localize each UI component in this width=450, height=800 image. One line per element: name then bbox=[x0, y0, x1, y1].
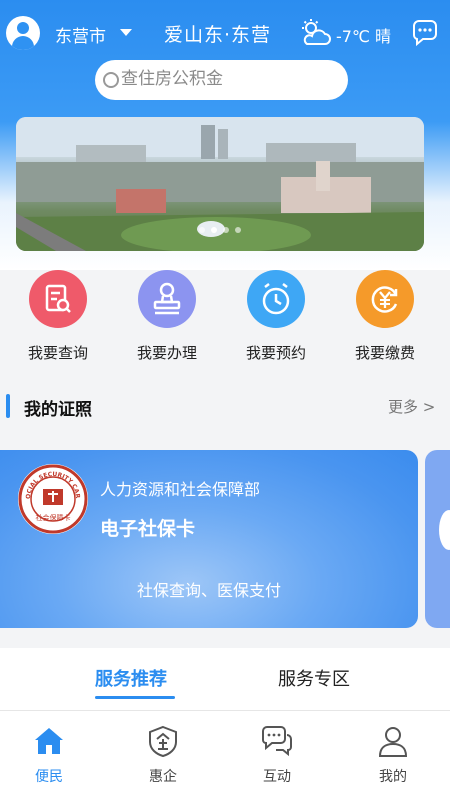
quick-action-label: 我要预约 bbox=[245, 344, 306, 362]
weather-text: -7℃ 晴 bbox=[336, 27, 392, 46]
quick-action-handle[interactable]: 我要办理 bbox=[117, 268, 217, 368]
service-tabs: 服务推荐 服务专区 bbox=[0, 648, 450, 710]
tab-recommended[interactable]: 服务推荐 bbox=[95, 665, 167, 691]
quick-action-label: 我要缴费 bbox=[354, 344, 415, 362]
quick-action-query[interactable]: 我要查询 bbox=[8, 268, 108, 368]
home-icon bbox=[35, 728, 63, 754]
quick-action-payment[interactable]: 我要缴费 bbox=[335, 268, 435, 368]
section-title: 我的证照 bbox=[24, 400, 92, 420]
yuan-refresh-icon bbox=[356, 270, 414, 328]
quick-action-label: 我要查询 bbox=[27, 344, 88, 362]
card-description: 社保查询、医保支付 bbox=[136, 581, 281, 600]
active-tab-indicator bbox=[95, 696, 175, 699]
search-icon bbox=[103, 72, 119, 88]
bottom-nav: 便民 惠企 互动 我的 bbox=[0, 710, 450, 800]
nav-item-home[interactable]: 便民 bbox=[0, 711, 105, 800]
nav-item-interact[interactable]: 互动 bbox=[221, 711, 333, 800]
section-accent-bar bbox=[6, 394, 10, 418]
chevron-down-icon[interactable] bbox=[120, 29, 132, 36]
alarm-clock-icon bbox=[247, 270, 305, 328]
nav-label: 便民 bbox=[35, 769, 63, 785]
quick-actions: 我要查询 我要办理 我要预约 我要缴费 bbox=[0, 268, 450, 368]
tab-service-zone[interactable]: 服务专区 bbox=[278, 665, 350, 691]
card-department: 人力资源和社会保障部 bbox=[100, 480, 261, 499]
seal-text-bottom: 社会保障卡 bbox=[36, 513, 71, 522]
carousel-indicator bbox=[16, 218, 424, 237]
carousel-dot[interactable] bbox=[235, 227, 241, 233]
nav-label: 互动 bbox=[263, 769, 291, 785]
card-name: 电子社保卡 bbox=[100, 518, 196, 540]
app-title: 爱山东·东营 bbox=[164, 24, 272, 46]
quick-action-label: 我要办理 bbox=[136, 344, 197, 362]
nav-item-enterprise[interactable]: 惠企 bbox=[107, 711, 219, 800]
stamp-icon bbox=[138, 270, 196, 328]
top-bar: 东营市 爱山东·东营 -7℃ 晴 bbox=[0, 12, 450, 56]
user-icon bbox=[378, 727, 408, 757]
nav-label: 我的 bbox=[379, 769, 407, 785]
next-card-preview[interactable] bbox=[425, 450, 450, 628]
more-link[interactable]: 更多 > bbox=[388, 396, 435, 417]
quick-action-appointment[interactable]: 我要预约 bbox=[226, 268, 326, 368]
social-security-card[interactable]: SOCIAL SECURITY CARD 社会保障卡 人力资源和社会保障部 电子… bbox=[0, 450, 418, 628]
cloud-sun-icon bbox=[302, 19, 331, 45]
enterprise-shield-icon bbox=[149, 725, 177, 758]
social-security-seal-logo: SOCIAL SECURITY CARD 社会保障卡 bbox=[16, 459, 88, 534]
nav-label: 惠企 bbox=[149, 769, 177, 785]
message-icon[interactable] bbox=[410, 18, 440, 48]
city-selector[interactable]: 东营市 bbox=[55, 22, 106, 47]
search-bar[interactable] bbox=[95, 60, 348, 100]
search-document-icon bbox=[29, 270, 87, 328]
search-input[interactable] bbox=[121, 69, 331, 89]
avatar[interactable] bbox=[6, 16, 40, 50]
carousel-dot[interactable] bbox=[199, 227, 205, 233]
chat-bubbles-icon bbox=[262, 726, 292, 757]
carousel-dot[interactable] bbox=[223, 227, 229, 233]
banner-carousel[interactable] bbox=[16, 117, 424, 251]
nav-item-mine[interactable]: 我的 bbox=[337, 711, 449, 800]
carousel-dot[interactable] bbox=[211, 227, 217, 233]
